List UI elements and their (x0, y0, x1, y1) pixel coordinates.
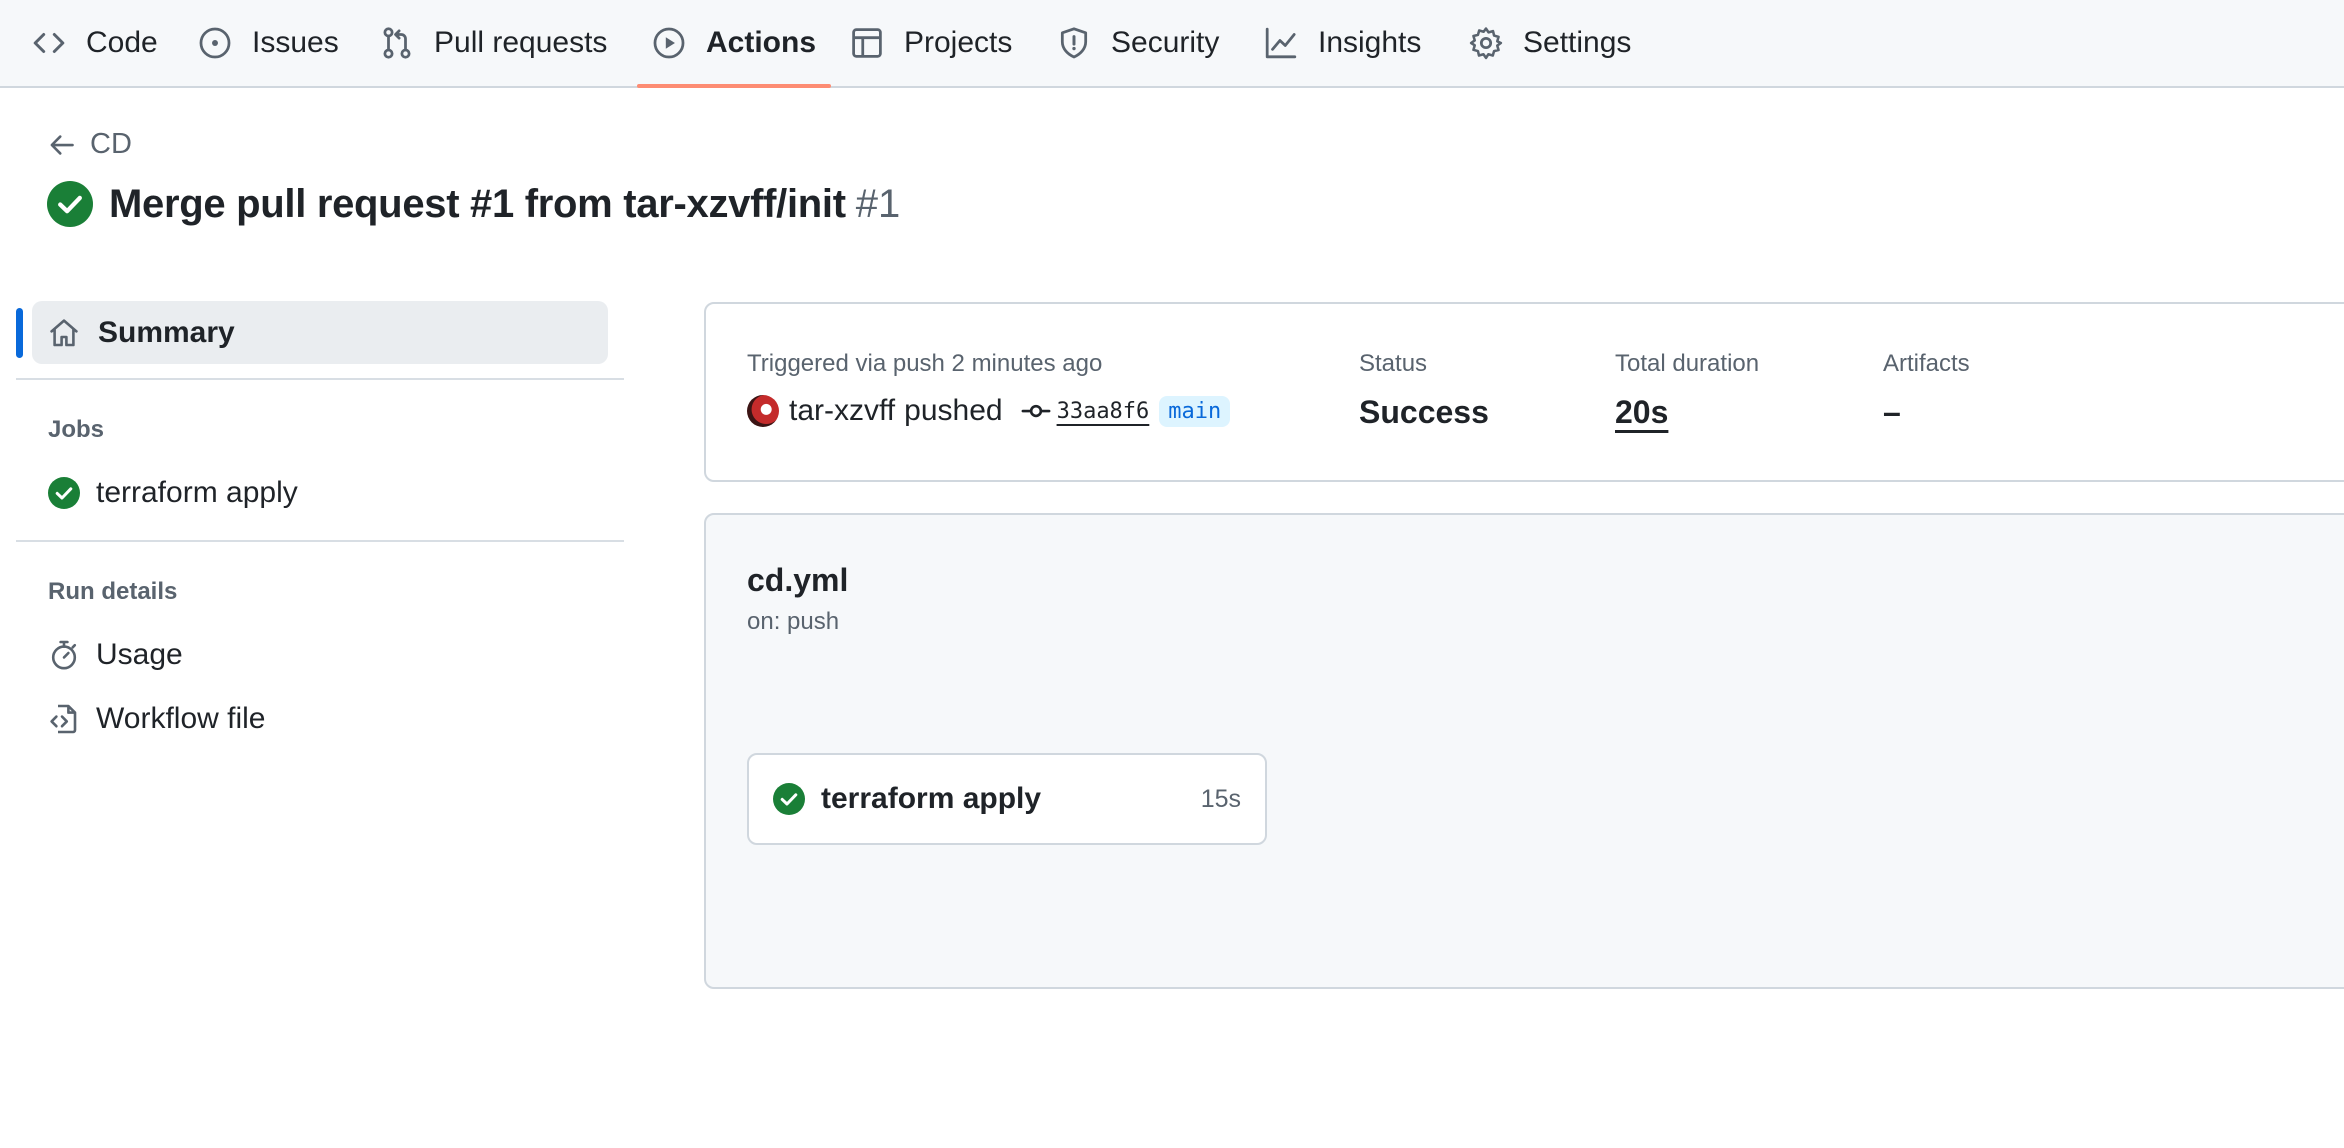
stopwatch-icon (51, 640, 77, 670)
tab-security-label: Security (1111, 26, 1220, 59)
workflow-trigger: on: push (747, 608, 840, 635)
check-circle-fill-icon (773, 783, 805, 815)
gear-icon (1469, 27, 1503, 60)
file-code-icon (50, 704, 77, 734)
graph-icon (1265, 27, 1297, 59)
sidebar-run-details-heading: Run details (48, 578, 178, 605)
sidebar-item-job[interactable]: terraform apply (48, 476, 298, 510)
tab-projects[interactable]: Projects (850, 0, 1012, 86)
status-label: Status (1359, 350, 1428, 377)
sidebar-item-summary[interactable]: Summary (32, 301, 608, 364)
page-title: Merge pull request #1 from tar-xzvff/ini… (109, 181, 846, 226)
sidebar-active-indicator (16, 308, 23, 358)
sidebar-item-workflow-file[interactable]: Workflow file (48, 702, 265, 736)
sidebar-item-workflow-file-label: Workflow file (96, 702, 266, 735)
sidebar-jobs-heading: Jobs (48, 416, 105, 443)
job-name: terraform apply (821, 782, 1042, 815)
tab-issues[interactable]: Issues (198, 0, 339, 86)
tab-projects-label: Projects (904, 26, 1013, 59)
sidebar-divider (16, 540, 624, 542)
actor-action: pushed (904, 394, 1003, 427)
check-circle-fill-icon (47, 181, 93, 227)
sidebar-divider (16, 378, 624, 380)
triggered-label: Triggered via push 2 minutes ago (747, 350, 1103, 377)
git-commit-icon (1021, 404, 1051, 418)
trigger-details: tar-xzvff pushed 33aa8f6 main (747, 394, 1231, 428)
play-icon (653, 27, 685, 59)
duration-value[interactable]: 20s (1615, 394, 1668, 431)
tab-issues-label: Issues (252, 26, 339, 59)
commit-sha-link[interactable]: 33aa8f6 (1057, 399, 1150, 424)
sidebar-item-summary-label: Summary (98, 315, 235, 349)
run-summary-card: Triggered via push 2 minutes ago tar-xzv… (704, 302, 2344, 482)
duration-label: Total duration (1615, 350, 1760, 377)
tab-settings[interactable]: Settings (1469, 0, 1631, 86)
workflow-graph: cd.yml on: push terraform apply 15s (704, 513, 2344, 989)
back-link-label: CD (90, 128, 132, 160)
tab-settings-label: Settings (1523, 26, 1632, 59)
workflow-file-name: cd.yml (747, 562, 849, 598)
artifacts-value: – (1883, 394, 1901, 430)
tab-code[interactable]: Code (32, 0, 158, 86)
issue-icon (199, 27, 231, 59)
tab-code-label: Code (86, 26, 158, 59)
branch-label[interactable]: main (1159, 395, 1231, 427)
job-card[interactable]: terraform apply 15s (747, 753, 1267, 845)
check-circle-fill-icon (48, 477, 80, 509)
avatar[interactable] (747, 395, 779, 427)
shield-icon (1060, 27, 1088, 59)
job-duration: 15s (1200, 784, 1241, 813)
tab-pull-requests[interactable]: Pull requests (380, 0, 607, 86)
sidebar-item-job-label: terraform apply (96, 476, 298, 509)
tab-actions-label: Actions (706, 26, 817, 59)
repo-nav: Code Issues Pull requests Actions Projec… (0, 0, 2344, 88)
status-value: Success (1359, 394, 1489, 430)
tab-insights-label: Insights (1318, 26, 1422, 59)
home-icon (50, 318, 78, 346)
actor-name[interactable]: tar-xzvff (789, 394, 895, 428)
tab-actions[interactable]: Actions (636, 0, 832, 88)
sidebar-item-usage[interactable]: Usage (48, 638, 183, 672)
run-title-row: Merge pull request #1 from tar-xzvff/ini… (47, 181, 900, 227)
back-to-workflow-link[interactable]: CD (48, 128, 132, 161)
tab-pull-requests-label: Pull requests (434, 26, 608, 59)
table-icon (852, 28, 882, 58)
sidebar-item-usage-label: Usage (96, 638, 183, 671)
tab-insights[interactable]: Insights (1264, 0, 1421, 86)
arrow-left-icon (50, 134, 74, 155)
run-number: #1 (855, 181, 901, 226)
tab-security[interactable]: Security (1057, 0, 1219, 86)
artifacts-label: Artifacts (1883, 350, 1970, 377)
code-icon (33, 33, 65, 53)
pull-request-icon (383, 27, 411, 59)
